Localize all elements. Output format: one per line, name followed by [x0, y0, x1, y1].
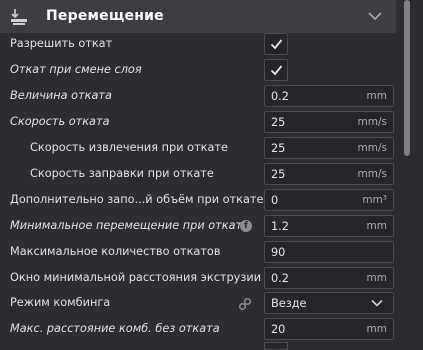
- setting-label: Режим комбинга: [10, 296, 111, 309]
- chevron-down-icon: [371, 299, 383, 307]
- field-value: 0: [271, 194, 279, 207]
- setting-label: Дополнительно запо...й объём при откате: [10, 193, 264, 206]
- field-unit: mm: [366, 272, 387, 284]
- setting-row-retraction-extra-prime: Дополнительно запо...й объём при откате …: [0, 188, 398, 214]
- setting-label: Максимальное количество откатов: [10, 245, 221, 258]
- retraction-extra-prime-field[interactable]: 0 mm³: [264, 189, 394, 211]
- checkmark-icon: [270, 39, 283, 50]
- retract-layer-change-checkbox[interactable]: [264, 59, 288, 81]
- extrusion-window-field[interactable]: 0.2 mm: [264, 267, 394, 289]
- field-value: 25: [271, 168, 286, 181]
- setting-row-retraction-amount: Величина отката 0.2 mm: [0, 84, 398, 110]
- field-unit: mm: [366, 323, 387, 335]
- setting-row-retraction-min-travel: Минимальное перемещение при откате f 1.2…: [0, 214, 398, 240]
- setting-row-retraction-speed: Скорость отката 25 mm/s: [0, 110, 398, 136]
- retraction-amount-field[interactable]: 0.2 mm: [264, 85, 394, 107]
- checkmark-icon: [270, 65, 283, 76]
- retraction-min-travel-field[interactable]: 1.2 mm: [264, 215, 394, 237]
- retraction-prime-speed-field[interactable]: 25 mm/s: [264, 163, 394, 185]
- setting-label: Окно минимальной расстояния экструзии: [10, 271, 262, 284]
- field-value: 20: [271, 323, 286, 336]
- collapse-chevron-icon[interactable]: [368, 11, 382, 21]
- setting-label: Минимальное перемещение при откате: [10, 219, 250, 232]
- setting-row-retraction-enable: Разрешить откат: [0, 32, 398, 58]
- field-value: 90: [271, 246, 286, 259]
- field-value: 0.2: [271, 272, 289, 285]
- retraction-count-max-field[interactable]: 90: [264, 241, 394, 263]
- section-title: Перемещение: [46, 8, 164, 24]
- setting-label: Откат при смене слоя: [10, 63, 142, 76]
- field-unit: mm: [366, 90, 387, 102]
- retraction-enable-checkbox[interactable]: [264, 33, 288, 55]
- setting-label: Скорость извлечения при откате: [30, 141, 228, 154]
- setting-row-combing-mode: Режим комбинга Везде: [0, 291, 398, 317]
- setting-label: Скорость заправки при откате: [30, 167, 214, 180]
- setting-row-retraction-retract-speed: Скорость извлечения при откате 25 mm/s: [0, 136, 398, 162]
- setting-row-retraction-count-max: Максимальное количество откатов 90: [0, 240, 398, 266]
- setting-row-retract-layer-change: Откат при смене слоя: [0, 58, 398, 84]
- travel-icon: [11, 9, 27, 25]
- setting-label: Скорость отката: [10, 115, 110, 128]
- next-setting-checkbox[interactable]: [264, 342, 288, 350]
- setting-label: Величина отката: [10, 89, 112, 102]
- section-header-travel[interactable]: Перемещение: [0, 0, 396, 33]
- field-value: 25: [271, 116, 286, 129]
- field-value: 1.2: [271, 220, 289, 233]
- field-value: 0.2: [271, 90, 289, 103]
- retraction-retract-speed-field[interactable]: 25 mm/s: [264, 137, 394, 159]
- combing-mode-dropdown[interactable]: Везде: [264, 292, 394, 314]
- field-unit: mm/s: [357, 168, 387, 180]
- scrollbar-thumb[interactable]: [404, 0, 410, 156]
- setting-label: Разрешить откат: [10, 37, 113, 50]
- field-unit: mm/s: [357, 142, 387, 154]
- setting-label: Макс. расстояние комб. без отката: [10, 322, 220, 335]
- setting-row-retraction-prime-speed: Скорость заправки при откате 25 mm/s: [0, 162, 398, 188]
- field-unit: mm/s: [357, 116, 387, 128]
- dropdown-value: Везде: [271, 297, 307, 310]
- link-icon[interactable]: [238, 297, 252, 311]
- field-unit: mm: [366, 220, 387, 232]
- setting-row-extrusion-window: Окно минимальной расстояния экструзии 0.…: [0, 266, 398, 292]
- retraction-speed-field[interactable]: 25 mm/s: [264, 111, 394, 133]
- function-info-icon[interactable]: f: [240, 220, 252, 232]
- setting-row-combing-max-distance: Макс. расстояние комб. без отката 20 mm: [0, 317, 398, 343]
- field-unit: mm³: [362, 194, 387, 206]
- combing-max-distance-field[interactable]: 20 mm: [264, 318, 394, 340]
- field-value: 25: [271, 142, 286, 155]
